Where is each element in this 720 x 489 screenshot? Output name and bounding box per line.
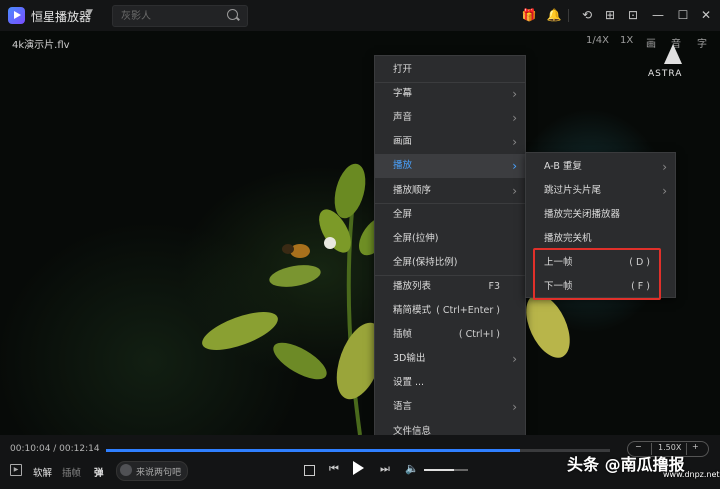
- menu-separator: [375, 202, 525, 204]
- menu-item-label: 打开: [393, 64, 413, 75]
- app-name[interactable]: 恒星播放器: [31, 8, 91, 25]
- menu-item-label: 全屏(保持比例): [393, 256, 458, 268]
- highlight-box: [533, 248, 661, 300]
- picture-settings-button[interactable]: 画: [646, 35, 656, 50]
- app-logo-icon: [8, 7, 25, 24]
- menu-item[interactable]: 3D输出 ›: [375, 347, 525, 371]
- zoom-one-button[interactable]: 1X: [620, 35, 633, 46]
- astra-logo-icon: [664, 44, 682, 64]
- app-menu-chevron-down-icon[interactable]: ▼: [86, 8, 93, 18]
- menu-item-label: 全屏(拉伸): [393, 232, 439, 244]
- menu-item[interactable]: 播放 ›: [375, 154, 525, 179]
- stop-icon[interactable]: [304, 465, 315, 476]
- menu-item-label: 播放: [393, 160, 413, 172]
- menu-item-label: 字幕: [393, 88, 413, 100]
- search-input[interactable]: [119, 8, 223, 25]
- chevron-right-icon: ›: [512, 183, 517, 198]
- menu-item[interactable]: 语言 ›: [375, 395, 525, 419]
- menu-item-shortcut: ( Ctrl+I ): [458, 329, 500, 341]
- menu-item-label: 插帧: [393, 329, 413, 341]
- play-icon[interactable]: [353, 461, 364, 475]
- menu-item[interactable]: 精简模式 ( Ctrl+Enter ): [375, 299, 525, 323]
- menu-item-label: 精简模式: [393, 305, 432, 316]
- search-box[interactable]: [112, 5, 248, 27]
- chevron-right-icon: ›: [662, 184, 667, 198]
- subtitle-settings-button[interactable]: 字: [697, 35, 707, 50]
- menu-item-label: 播放顺序: [393, 184, 432, 196]
- file-name: 4k演示片.flv: [12, 40, 70, 51]
- menu-item-shortcut: ( Ctrl+Enter ): [436, 305, 500, 316]
- menu-item[interactable]: 全屏(拉伸): [375, 227, 525, 251]
- search-icon[interactable]: [227, 9, 238, 20]
- menu-item[interactable]: 设置 ...: [375, 371, 525, 395]
- menu-item-label: A-B 重复: [544, 161, 582, 172]
- playlist-toggle-icon[interactable]: ▶: [10, 464, 22, 476]
- soft-decode-button[interactable]: 软解: [33, 465, 52, 479]
- menu-item[interactable]: 插帧 ( Ctrl+I ): [375, 323, 525, 347]
- chevron-right-icon: ›: [512, 87, 517, 102]
- menu-item[interactable]: 全屏(保持比例): [375, 251, 525, 275]
- menu-separator: [375, 82, 525, 84]
- chevron-right-icon: ›: [662, 160, 667, 174]
- astra-logo-text: ASTRA: [648, 69, 683, 79]
- menu-separator: [375, 274, 525, 276]
- speed-minus-button[interactable]: −: [635, 442, 642, 451]
- speed-plus-button[interactable]: +: [692, 442, 699, 451]
- volume-fill: [424, 469, 454, 471]
- chevron-right-icon: ›: [512, 352, 517, 367]
- menu-item[interactable]: 播放列表 F3: [375, 275, 525, 299]
- menu-item-label: 3D输出: [393, 353, 426, 365]
- menu-item[interactable]: 播放顺序 ›: [375, 179, 525, 203]
- danmu-toggle-button[interactable]: 弹: [94, 465, 104, 479]
- pin-icon[interactable]: ⊡: [624, 6, 642, 24]
- chevron-right-icon: ›: [512, 111, 517, 126]
- menu-item-label: 设置 ...: [393, 377, 425, 389]
- bell-icon[interactable]: 🔔: [545, 6, 563, 24]
- overlay-watermark-sub: www.dnpz.net: [663, 470, 720, 479]
- menu-item-label: 声音: [393, 112, 413, 124]
- progress-fill: [106, 449, 521, 452]
- mini-mode-icon[interactable]: ⊞: [601, 6, 619, 24]
- menu-item-label: 播放列表: [393, 280, 432, 292]
- prev-icon[interactable]: ⏮: [329, 462, 339, 476]
- divider: [568, 9, 569, 22]
- menu-item[interactable]: 打开: [375, 58, 525, 82]
- menu-item-label: 画面: [393, 136, 413, 148]
- menu-item-label: 跳过片头片尾: [544, 185, 602, 196]
- chevron-right-icon: ›: [512, 135, 517, 150]
- minimize-icon[interactable]: —: [649, 6, 667, 24]
- menu-item[interactable]: 跳过片头片尾 ›: [526, 179, 675, 203]
- next-icon[interactable]: ⏭: [380, 462, 390, 476]
- context-menu: 打开字幕 › 声音 › 画面 › 播放 › 播放顺序 › 全屏全屏(拉伸) 全屏(保持比例) 播放列表 F…: [374, 55, 526, 443]
- chevron-right-icon: ›: [512, 400, 517, 415]
- gift-icon[interactable]: 🎁: [520, 6, 538, 24]
- danmu-icon: [120, 464, 132, 476]
- sync-icon[interactable]: ⟲: [578, 6, 596, 24]
- menu-item[interactable]: A-B 重复 ›: [526, 155, 675, 179]
- menu-item-shortcut: F3: [488, 280, 500, 292]
- menu-item[interactable]: 全屏: [375, 203, 525, 227]
- maximize-icon[interactable]: ☐: [674, 6, 692, 24]
- menu-item[interactable]: 画面 ›: [375, 130, 525, 154]
- overlay-watermark: 头条 @南瓜撸报 www.dnpz.net: [567, 455, 720, 479]
- time-display: 00:10:04 / 00:12:14: [10, 444, 100, 454]
- zoom-quarter-button[interactable]: 1/4X: [586, 35, 609, 46]
- menu-item-label: 播放完关闭播放器: [544, 209, 621, 220]
- close-icon[interactable]: ✕: [697, 6, 715, 24]
- menu-item-label: 全屏: [393, 208, 413, 220]
- danmu-placeholder: 来说两句吧: [136, 468, 182, 478]
- menu-item-label: 语言: [393, 401, 413, 413]
- frame-interp-button[interactable]: 插帧: [62, 465, 81, 479]
- menu-item[interactable]: 声音 ›: [375, 106, 525, 130]
- menu-item[interactable]: 字幕 ›: [375, 82, 525, 106]
- menu-item[interactable]: 播放完关闭播放器: [526, 203, 675, 227]
- volume-icon[interactable]: 🔈: [405, 462, 419, 475]
- chevron-right-icon: ›: [512, 159, 517, 174]
